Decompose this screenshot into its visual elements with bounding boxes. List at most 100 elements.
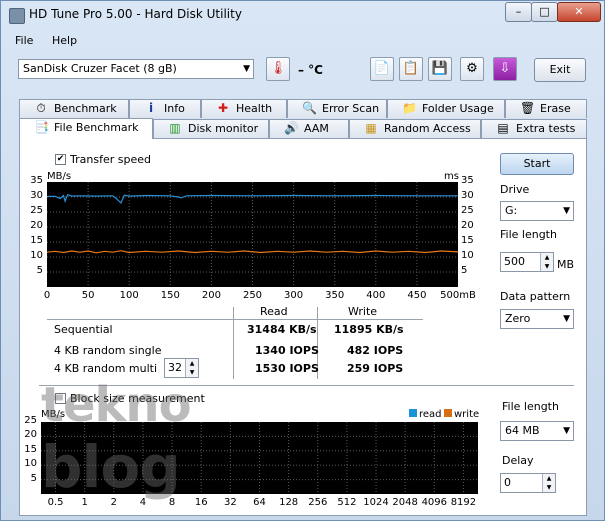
options-icon: ⚙ bbox=[466, 61, 478, 76]
legend-write-label: write bbox=[454, 409, 480, 420]
legend-read-swatch bbox=[409, 409, 417, 417]
data-pattern-value: Zero bbox=[505, 312, 531, 325]
legend-read: read bbox=[409, 409, 442, 420]
tab-label: File Benchmark bbox=[54, 121, 139, 134]
x-tick: 450 bbox=[407, 290, 427, 301]
menu-file[interactable]: File bbox=[15, 34, 33, 47]
minimize-button[interactable]: – bbox=[505, 2, 532, 22]
x-tick: 150 bbox=[160, 290, 180, 301]
transfer-speed-plot bbox=[46, 182, 459, 287]
tab-label: Random Access bbox=[384, 122, 471, 135]
y-tick-right: 20 bbox=[461, 220, 474, 231]
chevron-down-icon: ▼ bbox=[563, 314, 570, 324]
temperature-button[interactable]: 🌡 bbox=[266, 57, 290, 81]
tab-label: Extra tests bbox=[516, 122, 576, 135]
app-window: HD Tune Pro 5.00 - Hard Disk Utility – □… bbox=[0, 0, 605, 521]
tab-label: AAM bbox=[304, 122, 329, 135]
drive-combo[interactable]: G: ▼ bbox=[500, 201, 574, 221]
block-file-length-value: 64 MB bbox=[505, 424, 540, 437]
download-button[interactable]: ⇩ bbox=[493, 57, 517, 81]
stopwatch-icon: ⏱ bbox=[36, 101, 46, 115]
block-x-tick: 8192 bbox=[450, 497, 477, 508]
spinner-arrows-icon[interactable]: ▲ ▼ bbox=[542, 474, 555, 492]
sequential-write-value: 11895 KB/s bbox=[334, 323, 404, 336]
spinner-arrows-icon[interactable]: ▲ ▼ bbox=[185, 359, 198, 377]
tab-health[interactable]: ✚ Health bbox=[201, 99, 287, 118]
menu-help[interactable]: Help bbox=[52, 34, 77, 47]
file-length-label: File length bbox=[500, 228, 557, 241]
watermark-text-1: tekno bbox=[41, 377, 192, 433]
tab-benchmark[interactable]: ⏱ Benchmark bbox=[19, 99, 129, 118]
delay-value: 0 bbox=[504, 476, 511, 489]
row-label-random-single: 4 KB random single bbox=[54, 344, 162, 357]
maximize-button[interactable]: □ bbox=[531, 2, 558, 22]
tab-label: Health bbox=[236, 102, 273, 115]
extra-tests-icon: ▤ bbox=[497, 121, 509, 135]
delay-label: Delay bbox=[502, 454, 534, 467]
y-tick-left: 5 bbox=[36, 265, 43, 276]
watermark-logo-line2: blog bbox=[41, 433, 181, 501]
legend-read-label: read bbox=[419, 409, 442, 420]
y-unit-left: MB/s bbox=[47, 171, 72, 182]
tab-folder-usage[interactable]: 📁 Folder Usage bbox=[387, 99, 505, 118]
tab-label: Benchmark bbox=[54, 102, 117, 115]
y-tick-left: 10 bbox=[30, 250, 43, 261]
save-button[interactable]: 💾 bbox=[428, 57, 452, 81]
arrow-down-icon: ⇩ bbox=[499, 61, 511, 76]
tab-label: Disk monitor bbox=[188, 122, 259, 135]
watermark-logo-line1: tekno bbox=[41, 377, 192, 433]
delay-spinner[interactable]: 0 ▲ ▼ bbox=[500, 473, 556, 493]
tab-erase[interactable]: 🗑 Erase bbox=[505, 99, 587, 118]
copy-screenshot-button[interactable]: 📋 bbox=[399, 57, 423, 81]
legend-write-swatch bbox=[444, 409, 452, 417]
tab-extra-tests[interactable]: ▤ Extra tests bbox=[481, 119, 587, 138]
health-cross-icon: ✚ bbox=[217, 101, 229, 115]
y-tick-left: 30 bbox=[30, 190, 43, 201]
trash-icon: 🗑 bbox=[520, 101, 536, 115]
spinner-arrows-icon[interactable]: ▲ ▼ bbox=[540, 253, 553, 271]
y-unit-right: ms bbox=[444, 171, 459, 182]
data-pattern-combo[interactable]: Zero ▼ bbox=[500, 309, 574, 329]
drive-selector-value: SanDisk Cruzer Facet (8 gB) bbox=[23, 62, 177, 75]
exit-button[interactable]: Exit bbox=[534, 58, 586, 82]
dots-grid-icon: ▦ bbox=[365, 121, 377, 135]
copy-text-button[interactable]: 📄 bbox=[370, 57, 394, 81]
magnifier-icon: 🔍 bbox=[302, 101, 317, 115]
x-tick: 0 bbox=[43, 290, 51, 301]
file-length-spinner[interactable]: 500 ▲ ▼ bbox=[500, 252, 554, 272]
y-tick-right: 30 bbox=[461, 190, 474, 201]
y-tick-right: 15 bbox=[461, 235, 474, 246]
queue-depth-spinner[interactable]: 32 ▲ ▼ bbox=[164, 358, 199, 378]
chevron-down-icon: ▼ bbox=[563, 426, 570, 436]
y-tick-left: 25 bbox=[30, 205, 43, 216]
transfer-speed-checkbox[interactable]: ✔ bbox=[55, 154, 66, 165]
write-column-header: Write bbox=[348, 305, 378, 318]
block-y-tick: 10 bbox=[24, 458, 37, 470]
speaker-icon: 🔊 bbox=[284, 121, 299, 135]
tab-random-access[interactable]: ▦ Random Access bbox=[349, 119, 481, 138]
row-label-sequential: Sequential bbox=[54, 323, 113, 336]
tab-error-scan[interactable]: 🔍 Error Scan bbox=[287, 99, 387, 118]
y-tick-right: 5 bbox=[461, 265, 468, 276]
block-file-length-combo[interactable]: 64 MB ▼ bbox=[500, 421, 574, 441]
tab-aam[interactable]: 🔊 AAM bbox=[269, 119, 349, 138]
drive-combo-value: G: bbox=[505, 204, 518, 217]
save-icon: 💾 bbox=[431, 61, 449, 76]
y-tick-left: 20 bbox=[30, 220, 43, 231]
thermometer-icon: 🌡 bbox=[269, 61, 287, 76]
start-button[interactable]: Start bbox=[500, 153, 574, 175]
window-title: HD Tune Pro 5.00 - Hard Disk Utility bbox=[29, 7, 242, 21]
tab-file-benchmark[interactable]: 📑 File Benchmark bbox=[19, 118, 153, 139]
tab-disk-monitor[interactable]: ▥ Disk monitor bbox=[153, 119, 269, 138]
block-y-tick: 25 bbox=[24, 415, 37, 426]
block-file-length-label: File length bbox=[502, 400, 559, 413]
queue-depth-value: 32 bbox=[168, 361, 182, 374]
options-button[interactable]: ⚙ bbox=[460, 57, 484, 81]
series-line-read bbox=[47, 193, 458, 205]
close-button[interactable]: ✕ bbox=[557, 2, 601, 22]
random-single-write-value: 482 IOPS bbox=[347, 344, 404, 357]
drive-selector[interactable]: SanDisk Cruzer Facet (8 gB) ▼ bbox=[18, 59, 254, 79]
tab-label: Erase bbox=[540, 102, 571, 115]
random-multi-read-value: 1530 IOPS bbox=[255, 362, 319, 375]
tab-info[interactable]: i Info bbox=[129, 99, 201, 118]
